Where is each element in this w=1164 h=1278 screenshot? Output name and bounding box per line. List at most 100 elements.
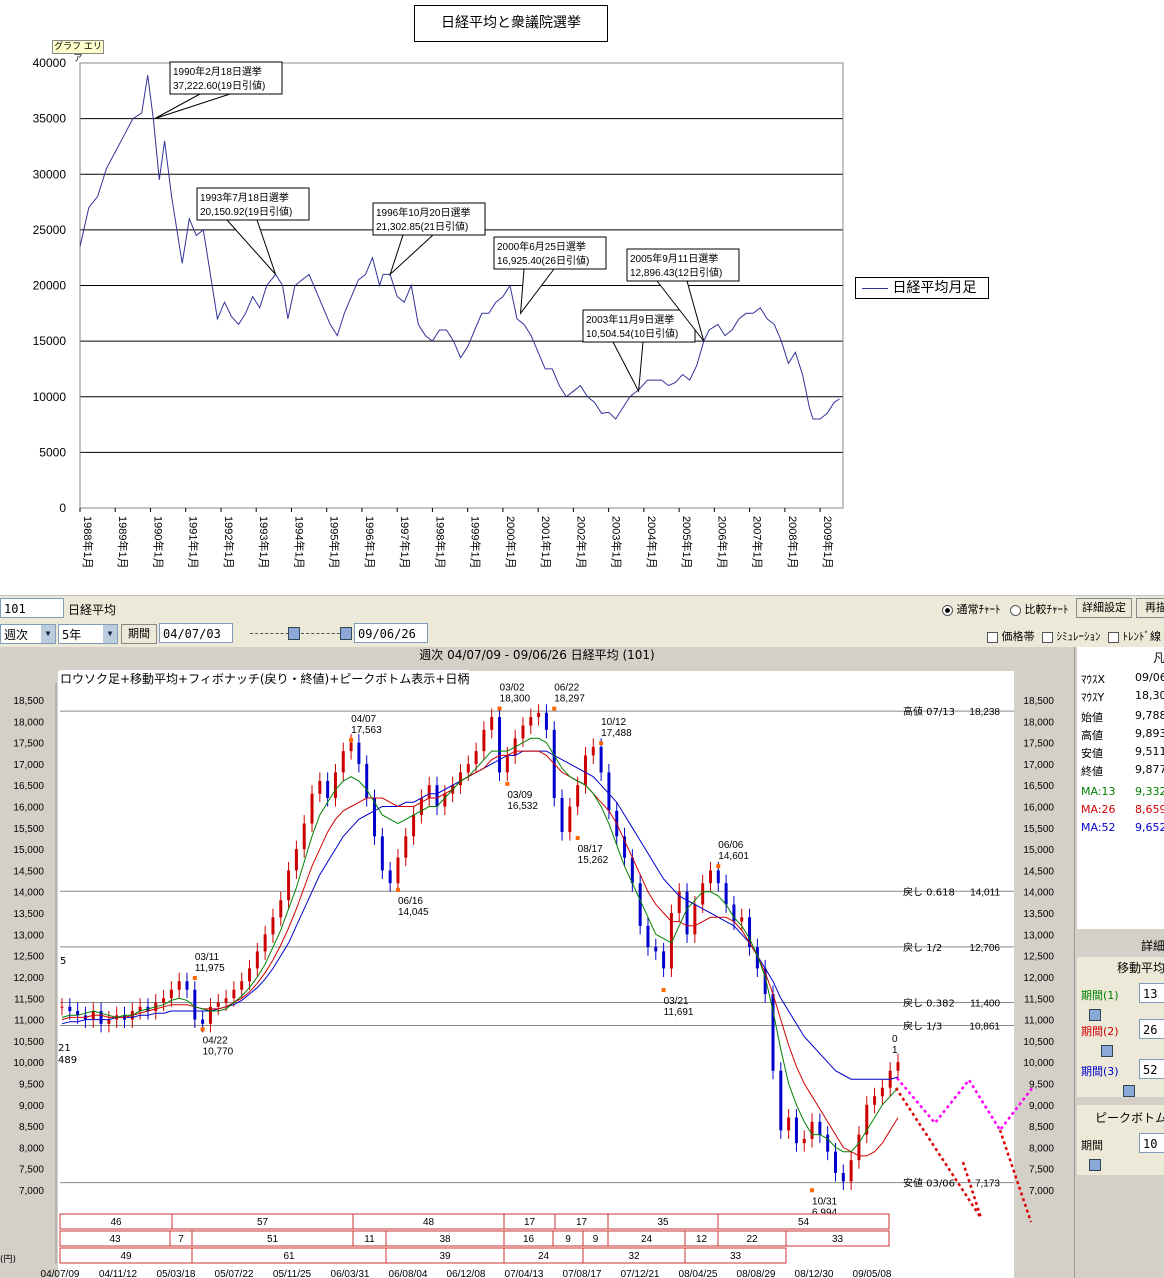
- peak-date: 08/17: [578, 844, 603, 855]
- period3-field[interactable]: 52: [1139, 1059, 1164, 1079]
- top-ytick-label: 30000: [33, 167, 67, 181]
- ytick-left: 16,500: [13, 781, 44, 792]
- top-legend: 日経平均月足: [855, 277, 989, 299]
- detail-settings-button[interactable]: 詳細設定: [1076, 598, 1132, 618]
- period1-label: 期間(1): [1081, 989, 1119, 1002]
- candle-body: [263, 934, 267, 952]
- candle-body: [724, 883, 728, 905]
- peak-marker: [661, 988, 666, 993]
- slider-handle-to[interactable]: [340, 627, 352, 640]
- xtick-label: 05/03/18: [157, 1269, 196, 1278]
- candle-body: [638, 883, 642, 926]
- chevron-down-icon[interactable]: ▼: [103, 625, 117, 643]
- peak-value: 16,532: [507, 801, 538, 812]
- top-ytick-label: 5000: [39, 445, 66, 459]
- ytick-left: 9,500: [19, 1079, 44, 1090]
- top-xtick-label: 2009年1月: [821, 516, 835, 569]
- hibashira-value: 11: [364, 1234, 375, 1245]
- candle-body: [685, 891, 689, 935]
- ytick-right: 15,000: [1023, 845, 1054, 856]
- fib-value: 10,861: [969, 1021, 1000, 1032]
- checkbox-icon: [1108, 631, 1119, 643]
- period-button[interactable]: 期間: [121, 624, 157, 644]
- redraw-button[interactable]: 再描: [1136, 598, 1164, 618]
- simulation-checkbox[interactable]: ｼﾐｭﾚｰｼｮﾝ: [1042, 628, 1101, 644]
- candle-body: [107, 1019, 111, 1024]
- period1-field[interactable]: 13: [1139, 983, 1164, 1003]
- legend-panel: 凡 ﾏｳｽX 09/06 ﾏｳｽY 18,30 始値 9,788 高値 9,893 安値…: [1077, 647, 1164, 929]
- pb-slider[interactable]: [1089, 1159, 1101, 1171]
- low-value: 9,511: [1135, 745, 1164, 758]
- period-length-select[interactable]: 5年 ▼: [58, 624, 118, 644]
- peak-date: 04/22: [203, 1035, 228, 1046]
- xtick-label: 07/12/21: [621, 1269, 660, 1278]
- ytick-left: 18,500: [13, 696, 44, 707]
- candle-body: [60, 1006, 64, 1008]
- left-clip-label-1: 5: [60, 956, 67, 967]
- period2-slider[interactable]: [1101, 1045, 1113, 1057]
- hibashira-value: 24: [538, 1251, 550, 1262]
- checkbox-icon: [987, 631, 998, 643]
- fib-value: 7,173: [975, 1179, 1000, 1190]
- candle-body: [310, 793, 314, 824]
- candle-body: [458, 772, 462, 786]
- ytick-right: 13,500: [1023, 909, 1054, 920]
- hibashira-value: 33: [832, 1234, 844, 1245]
- ytick-left: 10,500: [13, 1037, 44, 1048]
- code-field[interactable]: 101: [0, 598, 64, 618]
- fib-label: 戻し 1/2: [903, 941, 942, 954]
- candle-body: [380, 836, 384, 871]
- date-from-field[interactable]: 04/07/03: [159, 623, 233, 643]
- candle-body: [826, 1134, 830, 1152]
- xtick-label: 04/11/12: [99, 1269, 138, 1278]
- top-xtick-label: 1995年1月: [328, 516, 342, 569]
- mouse-x-value: 09/06: [1135, 671, 1164, 684]
- candle-body: [201, 1019, 205, 1024]
- date-to-field[interactable]: 09/06/26: [354, 623, 428, 643]
- period3-slider[interactable]: [1123, 1085, 1135, 1097]
- ytick-left: 7,000: [19, 1186, 44, 1197]
- trendline-checkbox[interactable]: ﾄﾚﾝﾄﾞ線: [1108, 628, 1161, 644]
- top-xtick-label: 1991年1月: [187, 516, 201, 569]
- fib-value: 12,706: [969, 943, 1000, 954]
- candle-body: [318, 780, 322, 794]
- top-xtick-label: 1992年1月: [222, 516, 236, 569]
- candle-body: [568, 806, 572, 833]
- hibashira-value: 9: [593, 1234, 599, 1245]
- period1-slider[interactable]: [1089, 1009, 1101, 1021]
- chevron-down-icon[interactable]: ▼: [41, 625, 55, 643]
- ytick-right: 18,500: [1023, 696, 1054, 707]
- top-ytick-label: 40000: [33, 56, 67, 70]
- period-type-select[interactable]: 週次 ▼: [0, 624, 56, 644]
- xtick-label: 05/07/22: [215, 1269, 254, 1278]
- candle-body: [779, 1070, 783, 1131]
- peak-marker: [395, 887, 400, 892]
- candle-body: [232, 989, 236, 999]
- ma26-label: MA:26: [1081, 803, 1116, 816]
- ytick-left: 11,000: [14, 1016, 44, 1027]
- candle-body: [248, 968, 252, 982]
- pb-period-field[interactable]: 10: [1139, 1133, 1164, 1153]
- normal-chart-radio[interactable]: 通常ﾁｬｰﾄ: [942, 601, 1001, 617]
- ytick-left: 8,000: [19, 1143, 44, 1154]
- hibashira-value: 38: [439, 1234, 451, 1245]
- candle-body: [505, 755, 509, 773]
- candle-body: [349, 742, 353, 752]
- candle-body: [279, 900, 283, 918]
- candle-body: [255, 951, 259, 969]
- date-range-slider[interactable]: [250, 633, 350, 635]
- chart-header: 週次 04/07/09 - 09/06/26 日経平均 (101): [419, 648, 655, 662]
- top-xtick-label: 2000年1月: [504, 516, 518, 569]
- candle-body: [240, 981, 244, 990]
- slider-handle-from[interactable]: [288, 627, 300, 640]
- top-ytick-label: 20000: [33, 279, 67, 293]
- peak-bottom-panel: ピークボトム 期間 10: [1077, 1105, 1164, 1175]
- annotation-pointer: [226, 219, 277, 275]
- xtick-label: 06/08/04: [389, 1269, 428, 1278]
- period2-field[interactable]: 26: [1139, 1019, 1164, 1039]
- fib-label: 安値 03/06: [903, 1177, 955, 1190]
- candle-body: [162, 998, 166, 1003]
- compare-chart-radio[interactable]: 比較ﾁｬｰﾄ: [1010, 601, 1069, 617]
- price-band-checkbox[interactable]: 価格帯: [987, 628, 1035, 644]
- mouse-y-label: ﾏｳｽY: [1081, 691, 1105, 704]
